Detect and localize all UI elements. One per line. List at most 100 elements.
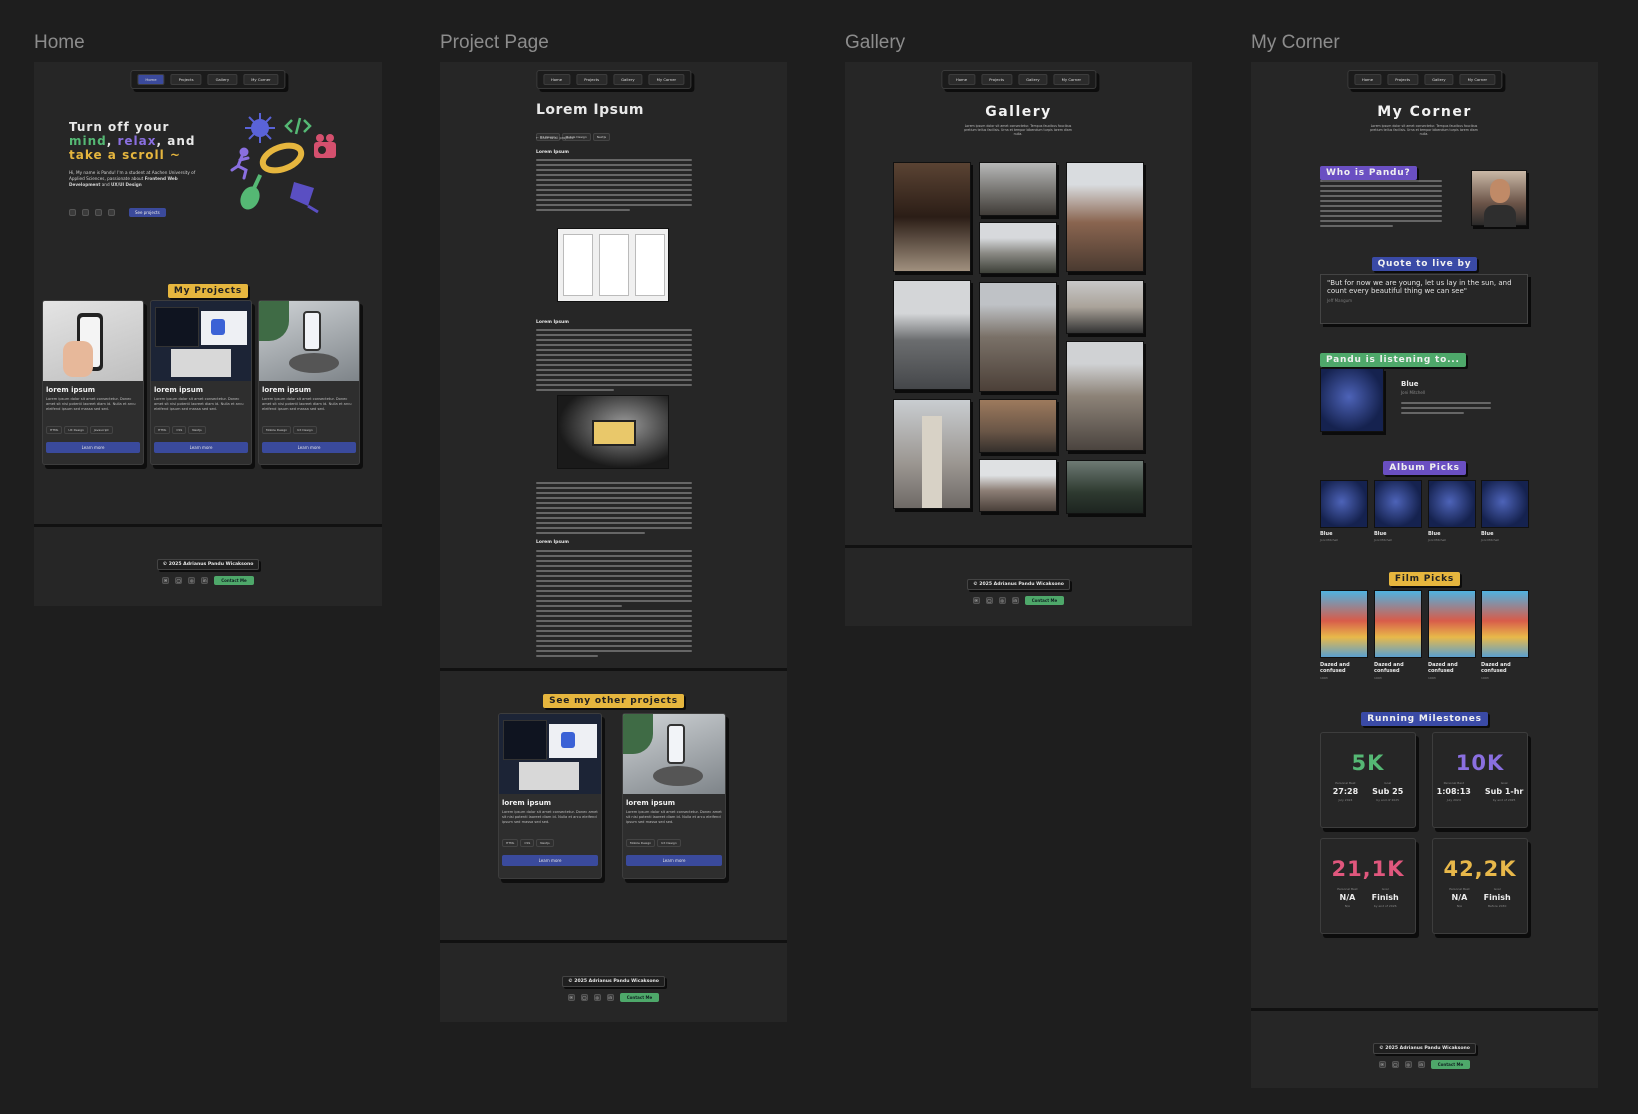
tag: UX Design <box>293 426 317 434</box>
gallery-photo[interactable] <box>1066 460 1144 514</box>
hero-intro: Hi, My name is Pandu! I'm a student at A… <box>69 170 199 188</box>
contact-me-button[interactable]: Contact Me <box>1430 1060 1471 1069</box>
project-card[interactable]: lorem ipsum Lorem ipsum dolor sit amet c… <box>42 300 144 465</box>
instagram-icon[interactable]: ◎ <box>188 577 196 584</box>
corner-nav: Home Projects Gallery My Corner <box>1346 70 1503 89</box>
gallery-photo[interactable] <box>979 399 1057 453</box>
nav-home[interactable]: Home <box>137 74 165 85</box>
project-frame[interactable]: Home Projects Gallery My Corner Lorem Ip… <box>440 62 787 1022</box>
learn-more-button[interactable]: Learn more <box>262 442 356 453</box>
film-poster[interactable] <box>1428 590 1476 658</box>
project-card[interactable]: lorem ipsum Lorem ipsum dolor sit amet c… <box>258 300 360 465</box>
laptop-mockup-image <box>151 301 251 381</box>
gallery-photo[interactable] <box>979 459 1057 512</box>
nav-projects[interactable]: Projects <box>576 74 608 85</box>
gallery-photo[interactable] <box>1066 162 1144 272</box>
nav-gallery[interactable]: Gallery <box>207 74 238 85</box>
instagram-icon[interactable]: ◎ <box>998 597 1006 604</box>
github-icon[interactable]: ◯ <box>175 577 183 584</box>
film-poster[interactable] <box>1374 590 1422 658</box>
linkedin-icon[interactable]: in <box>1011 597 1019 604</box>
card-title: lorem ipsum <box>154 386 203 394</box>
album-cover[interactable] <box>1320 480 1368 528</box>
gallery-photo[interactable] <box>1066 280 1144 334</box>
corner-frame[interactable]: Home Projects Gallery My Corner My Corne… <box>1251 62 1598 1088</box>
gallery-frame[interactable]: Home Projects Gallery My Corner Gallery … <box>845 62 1192 626</box>
film-poster[interactable] <box>1320 590 1368 658</box>
nav-projects[interactable]: Projects <box>1387 74 1419 85</box>
nav-home[interactable]: Home <box>1353 74 1382 85</box>
github-icon[interactable]: ◯ <box>580 994 588 1001</box>
home-frame[interactable]: Home Projects Gallery My Corner Turn off… <box>34 62 382 606</box>
mail-icon[interactable]: ✉ <box>972 597 980 604</box>
gallery-photo[interactable] <box>979 162 1057 216</box>
contact-me-button[interactable]: Contact Me <box>1024 596 1065 605</box>
pen-tool-icon <box>290 182 319 214</box>
footer-divider <box>1251 1008 1598 1011</box>
album-title: Blue <box>1374 531 1387 537</box>
goal-date: by end of 2025 <box>1492 798 1516 802</box>
contact-me-button[interactable]: Contact Me <box>214 576 254 585</box>
contact-me-button[interactable]: Contact Me <box>619 993 660 1002</box>
mail-icon[interactable]: ✉ <box>162 577 170 584</box>
tag: CSS <box>520 839 535 847</box>
nav-projects[interactable]: Projects <box>981 74 1013 85</box>
project-card[interactable]: lorem ipsum Lorem ipsum dolor sit amet c… <box>150 300 252 465</box>
github-icon[interactable]: ◯ <box>985 597 993 604</box>
intro-uxui: UX/UI Design <box>110 182 142 187</box>
card-body: Lorem ipsum dolor sit amet consectetur. … <box>262 397 352 411</box>
mail-icon[interactable]: ✉ <box>1378 1061 1386 1068</box>
nav-my-corner[interactable]: My Corner <box>1459 74 1496 85</box>
gallery-photo[interactable] <box>893 280 971 390</box>
album-cover[interactable] <box>1374 480 1422 528</box>
nav-home[interactable]: Home <box>542 74 571 85</box>
run-distance: 21,1K <box>1331 857 1405 881</box>
nav-my-corner[interactable]: My Corner <box>243 74 279 85</box>
album-cover[interactable] <box>1481 480 1529 528</box>
run-card-10k: 10K Personal Best 1:08:13 July 2024 Goal Su… <box>1432 732 1528 828</box>
learn-more-button[interactable]: Learn more <box>502 855 598 866</box>
film-poster[interactable] <box>1481 590 1529 658</box>
listening-label: Pandu is listening to... <box>1320 353 1466 367</box>
card-body: Lorem ipsum dolor sit amet consectetur. … <box>502 810 598 824</box>
nav-gallery[interactable]: Gallery <box>613 74 643 85</box>
linkedin-icon[interactable]: in <box>201 577 209 584</box>
see-projects-button[interactable]: See projects <box>129 208 166 217</box>
nav-my-corner[interactable]: My Corner <box>648 74 685 85</box>
tag: Nextjs <box>536 839 554 847</box>
gallery-photo[interactable] <box>893 162 971 272</box>
gallery-photo[interactable] <box>979 282 1057 392</box>
copyright: © 2025 Adrianus Pandu Wicaksono <box>967 579 1070 590</box>
nav-projects[interactable]: Projects <box>170 74 202 85</box>
back-link[interactable]: ← Back to all projects <box>536 136 573 140</box>
nav-home[interactable]: Home <box>947 74 976 85</box>
instagram-icon[interactable] <box>95 209 102 216</box>
gallery-photo[interactable] <box>893 399 971 509</box>
github-icon[interactable] <box>82 209 89 216</box>
nav-gallery[interactable]: Gallery <box>1018 74 1048 85</box>
learn-more-button[interactable]: Learn more <box>626 855 722 866</box>
github-icon[interactable]: ◯ <box>1391 1061 1399 1068</box>
learn-more-button[interactable]: Learn more <box>46 442 140 453</box>
who-label: Who is Pandu? <box>1320 166 1417 180</box>
tag: Mobile Design <box>262 426 292 434</box>
nav-my-corner[interactable]: My Corner <box>1053 74 1090 85</box>
gallery-photo[interactable] <box>1066 341 1144 451</box>
learn-more-button[interactable]: Learn more <box>154 442 248 453</box>
instagram-icon[interactable]: ◎ <box>593 994 601 1001</box>
linkedin-icon[interactable]: in <box>1417 1061 1425 1068</box>
project-title: Lorem Ipsum <box>536 102 645 118</box>
project-card[interactable]: lorem ipsum Lorem ipsum dolor sit amet c… <box>622 713 726 879</box>
album-cover[interactable] <box>1428 480 1476 528</box>
gallery-photo[interactable] <box>979 222 1057 274</box>
nav-gallery[interactable]: Gallery <box>1424 74 1454 85</box>
linkedin-icon[interactable] <box>108 209 115 216</box>
linkedin-icon[interactable]: in <box>606 994 614 1001</box>
project-card[interactable]: lorem ipsum Lorem ipsum dolor sit amet c… <box>498 713 602 879</box>
instagram-icon[interactable]: ◎ <box>1404 1061 1412 1068</box>
mail-icon[interactable] <box>69 209 76 216</box>
mail-icon[interactable]: ✉ <box>567 994 575 1001</box>
run-distance: 42,2K <box>1443 857 1517 881</box>
tag: Nextjs <box>188 426 206 434</box>
card-body: Lorem ipsum dolor sit amet consectetur. … <box>626 810 722 824</box>
